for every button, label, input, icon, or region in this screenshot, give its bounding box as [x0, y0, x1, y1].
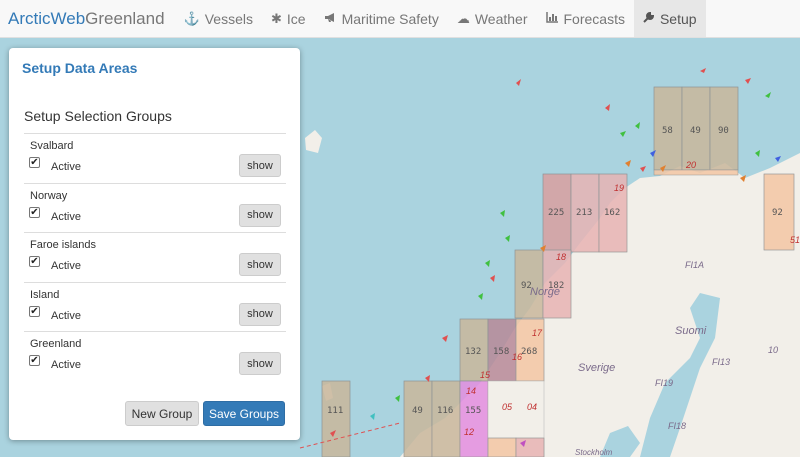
- top-navbar: ArcticWeb Greenland ⚓ Vessels ✱ Ice Marit…: [0, 0, 800, 38]
- brand-part1: ArcticWeb: [8, 8, 86, 28]
- anchor-icon: ⚓: [183, 10, 200, 26]
- region-number: 19: [614, 183, 624, 193]
- region-number: 12: [464, 427, 474, 437]
- nav-forecasts[interactable]: Forecasts: [537, 0, 634, 37]
- region-number: 17: [532, 328, 543, 338]
- active-label: Active: [51, 210, 81, 223]
- active-checkbox[interactable]: ✔: [29, 206, 40, 218]
- setup-data-areas-panel: Setup Data Areas Setup Selection Groups …: [9, 48, 300, 440]
- tile-label: 213: [576, 208, 592, 218]
- tile-label: 116: [437, 406, 453, 416]
- tile-label: 225: [548, 208, 564, 218]
- panel-title: Setup Data Areas: [22, 60, 138, 76]
- show-button[interactable]: show: [239, 352, 281, 376]
- nav-setup[interactable]: Setup: [633, 0, 706, 37]
- chart-icon: [545, 11, 559, 26]
- new-group-button[interactable]: New Group: [125, 401, 199, 426]
- tile-label: 132: [465, 347, 481, 357]
- nav-ice-label: Ice: [286, 10, 306, 27]
- tile-label: 268: [521, 347, 537, 357]
- group-name: Faroe islands: [30, 239, 97, 252]
- tile-label: 92: [772, 208, 783, 218]
- region-number: 15: [480, 370, 491, 380]
- nav-maritime-safety-label: Maritime Safety: [341, 10, 439, 27]
- nav-ice[interactable]: ✱ Ice: [262, 0, 315, 37]
- nav-forecasts-label: Forecasts: [563, 10, 625, 27]
- nav-maritime-safety[interactable]: Maritime Safety: [315, 0, 448, 37]
- group-row: Svalbard ✔ Active show: [24, 133, 286, 183]
- group-row: Norway ✔ Active show: [24, 182, 286, 233]
- active-label: Active: [51, 161, 81, 173]
- tile-label: 58: [662, 126, 673, 136]
- tile-label: 155: [465, 406, 481, 416]
- region-number: 16: [512, 352, 522, 362]
- place-label: Sverige: [578, 362, 615, 374]
- place-label: Norge: [530, 286, 560, 298]
- group-name: Norway: [30, 189, 68, 202]
- brand-logo[interactable]: ArcticWeb Greenland: [0, 0, 175, 37]
- show-button[interactable]: show: [239, 154, 281, 177]
- tile-label: 158: [493, 347, 509, 357]
- place-label: FI19: [655, 378, 673, 388]
- tile-label: 111: [327, 406, 343, 416]
- tile-label: 90: [718, 126, 729, 136]
- place-label: Stockholm: [575, 448, 613, 457]
- active-checkbox[interactable]: ✔: [29, 355, 40, 367]
- section-title: Setup Selection Groups: [24, 108, 172, 124]
- bullhorn-icon: [324, 11, 337, 26]
- show-button[interactable]: show: [239, 253, 281, 277]
- show-button[interactable]: show: [239, 302, 281, 326]
- active-checkbox[interactable]: ✔: [29, 305, 40, 317]
- place-label: FI13: [712, 357, 730, 367]
- tile-label: 49: [412, 406, 423, 416]
- group-row: Island ✔ Active show: [24, 281, 286, 332]
- region-number: 05: [502, 402, 513, 412]
- wrench-icon: [643, 11, 655, 26]
- nav-vessels-label: Vessels: [204, 10, 253, 27]
- group-name: Island: [30, 288, 60, 301]
- tile-label: 162: [604, 208, 620, 218]
- place-label: 10: [768, 345, 778, 355]
- brand-part2: Greenland: [85, 8, 165, 28]
- active-label: Active: [51, 260, 81, 273]
- selection-groups-list: Svalbard ✔ Active show Norway ✔ Active s…: [24, 133, 286, 381]
- cloud-icon: ☁: [456, 10, 470, 26]
- save-groups-button[interactable]: Save Groups: [203, 401, 285, 426]
- asterisk-icon: ✱: [270, 10, 282, 26]
- group-name: Greenland: [30, 338, 82, 351]
- nav-weather[interactable]: ☁ Weather: [448, 0, 537, 37]
- place-label: Suomi: [675, 325, 707, 337]
- region-number: 51: [790, 235, 800, 245]
- group-row: Greenland ✔ Active show: [24, 331, 286, 381]
- group-name: Svalbard: [30, 140, 74, 152]
- show-button[interactable]: show: [239, 203, 281, 227]
- nav-vessels[interactable]: ⚓ Vessels: [175, 0, 262, 37]
- region-number: 14: [466, 386, 476, 396]
- region-number: 18: [556, 252, 566, 262]
- active-checkbox[interactable]: ✔: [29, 256, 40, 268]
- tile-label: 49: [690, 126, 701, 136]
- nav-setup-label: Setup: [659, 10, 697, 27]
- place-label: FI1A: [685, 260, 704, 270]
- region-number: 04: [527, 402, 537, 412]
- region-number: 20: [685, 160, 696, 170]
- active-checkbox[interactable]: ✔: [29, 157, 40, 168]
- active-label: Active: [51, 309, 81, 322]
- group-row: Faroe islands ✔ Active show: [24, 232, 286, 282]
- active-label: Active: [51, 359, 81, 372]
- place-label: FI18: [668, 421, 686, 431]
- nav-weather-label: Weather: [474, 10, 528, 27]
